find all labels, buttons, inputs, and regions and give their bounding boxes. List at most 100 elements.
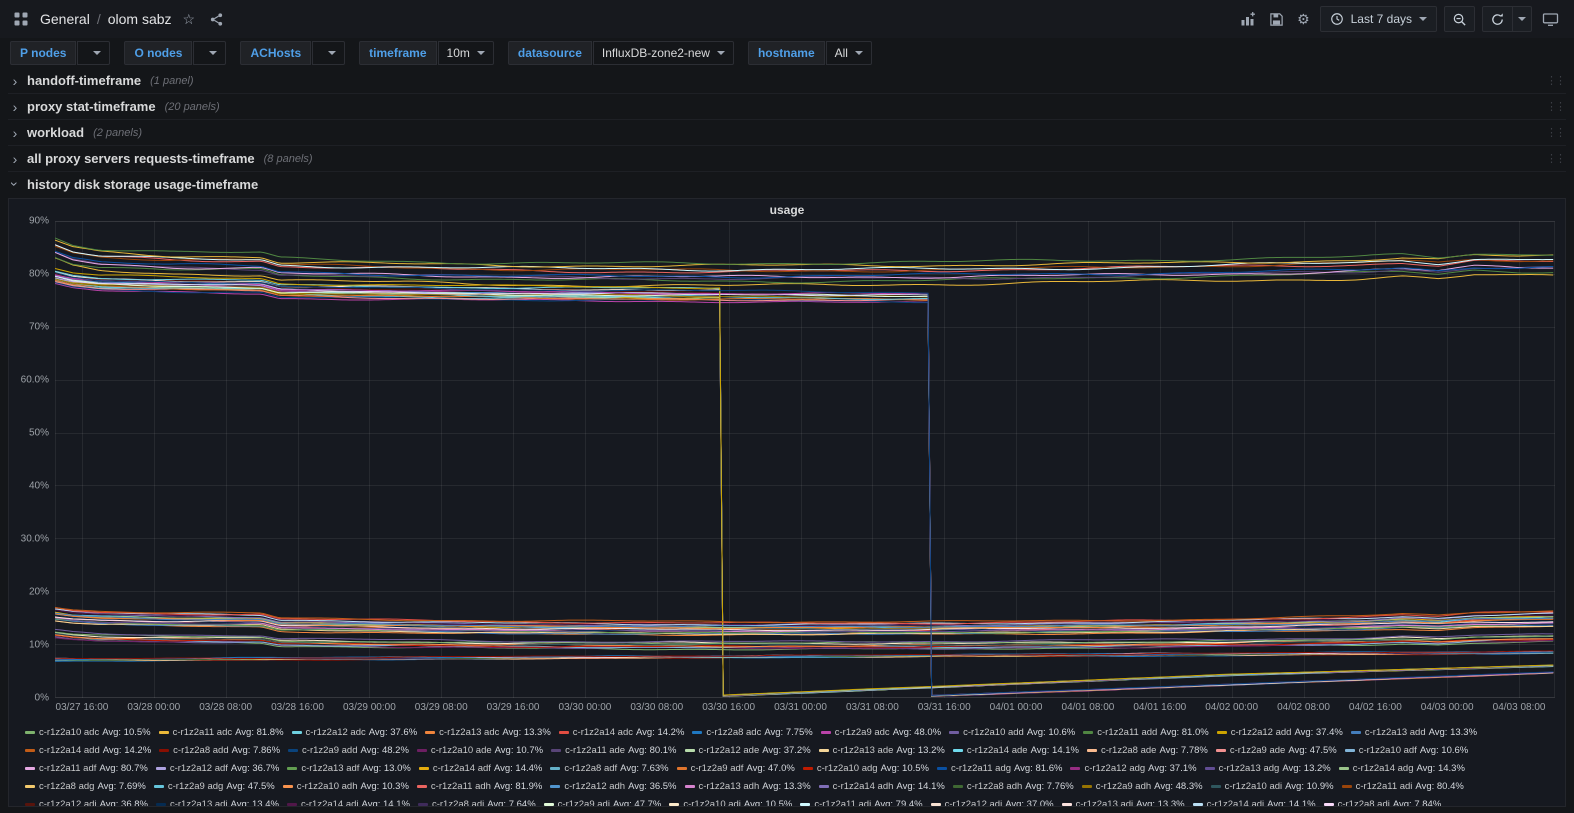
row-all-proxy-servers-requests-timeframe[interactable]: › all proxy servers requests-timeframe (… (8, 146, 1566, 172)
variable-value-dropdown[interactable]: 10m (438, 41, 494, 65)
legend-item[interactable]: c-r1z2a13 adgAvg: 13.2% (1205, 762, 1331, 775)
legend-item[interactable]: c-r1z2a9 adhAvg: 48.3% (1082, 780, 1203, 793)
variable-label[interactable]: datasource (508, 41, 592, 65)
legend-item[interactable]: c-r1z2a14 adcAvg: 14.2% (559, 726, 685, 739)
zoom-out-icon[interactable] (1444, 6, 1475, 32)
variable-value-dropdown[interactable]: InfluxDB-zone2-new (593, 41, 734, 65)
row-history-disk-storage-usage-timeframe[interactable]: › history disk storage usage-timeframe (8, 172, 1566, 196)
series-color-marker (953, 749, 963, 752)
variable-value-dropdown[interactable] (77, 41, 110, 65)
panel-title[interactable]: usage (9, 199, 1565, 221)
series-color-marker (154, 785, 164, 788)
cycle-view-monitor-icon[interactable] (1539, 6, 1562, 32)
time-range-picker[interactable]: Last 7 days (1320, 6, 1437, 32)
legend-item[interactable]: c-r1z2a14 adeAvg: 14.1% (953, 744, 1079, 757)
legend-item[interactable]: c-r1z2a14 adjAvg: 14.1% (1193, 798, 1316, 806)
legend-item[interactable]: c-r1z2a11 adjAvg: 79.4% (800, 798, 922, 806)
legend-item[interactable]: c-r1z2a13 adfAvg: 13.0% (287, 762, 411, 775)
legend-item[interactable]: c-r1z2a11 adcAvg: 81.8% (159, 726, 284, 739)
legend-item[interactable]: c-r1z2a10 addAvg: 10.6% (949, 726, 1075, 739)
legend-item[interactable]: c-r1z2a8 adcAvg: 7.75% (692, 726, 812, 739)
legend-item[interactable]: c-r1z2a12 adfAvg: 36.7% (156, 762, 280, 775)
legend-item[interactable]: c-r1z2a9 adcAvg: 48.0% (821, 726, 941, 739)
legend-item[interactable]: c-r1z2a12 adjAvg: 37.0% (931, 798, 1054, 806)
series-name: c-r1z2a9 adf (691, 762, 744, 775)
legend-item[interactable]: c-r1z2a11 adfAvg: 80.7% (25, 762, 148, 775)
drag-handle-icon[interactable]: ⋮⋮ (1546, 100, 1564, 113)
variable-label[interactable]: ACHosts (240, 41, 311, 65)
legend-item[interactable]: c-r1z2a10 adcAvg: 10.5% (25, 726, 151, 739)
variable-label[interactable]: timeframe (359, 41, 436, 65)
variable-label[interactable]: O nodes (124, 41, 192, 65)
legend-item[interactable]: c-r1z2a12 adcAvg: 37.6% (292, 726, 418, 739)
legend-item[interactable]: c-r1z2a12 adgAvg: 37.1% (1070, 762, 1196, 775)
legend-item[interactable]: c-r1z2a8 adfAvg: 7.63% (550, 762, 668, 775)
row-proxy-stat-timeframe[interactable]: › proxy stat-timeframe (20 panels) ⋮⋮ (8, 94, 1566, 120)
drag-handle-icon[interactable]: ⋮⋮ (1546, 126, 1564, 139)
legend-item[interactable]: c-r1z2a14 addAvg: 14.2% (25, 744, 151, 757)
legend-item[interactable]: c-r1z2a14 adfAvg: 14.4% (419, 762, 543, 775)
chart-plot-area[interactable] (55, 221, 1555, 698)
save-dashboard-icon[interactable] (1266, 6, 1287, 32)
legend-item[interactable]: c-r1z2a12 adeAvg: 37.2% (685, 744, 811, 757)
legend-item[interactable]: c-r1z2a8 adjAvg: 7.84% (1324, 798, 1442, 806)
refresh-icon[interactable] (1482, 6, 1513, 32)
row-workload[interactable]: › workload (2 panels) ⋮⋮ (8, 120, 1566, 146)
variable-value-dropdown[interactable] (193, 41, 226, 65)
legend-item[interactable]: c-r1z2a11 adiAvg: 80.4% (1342, 780, 1464, 793)
legend-item[interactable]: c-r1z2a11 adgAvg: 81.6% (937, 762, 1062, 775)
legend-item[interactable]: c-r1z2a9 adgAvg: 47.5% (154, 780, 275, 793)
legend-item[interactable]: c-r1z2a8 adgAvg: 7.69% (25, 780, 146, 793)
legend-item[interactable]: c-r1z2a9 addAvg: 48.2% (288, 744, 409, 757)
legend-item[interactable]: c-r1z2a10 adhAvg: 10.3% (283, 780, 409, 793)
refresh-interval-dropdown[interactable] (1513, 6, 1532, 32)
legend-item[interactable]: c-r1z2a12 adiAvg: 36.8% (25, 798, 148, 806)
legend-item[interactable]: c-r1z2a11 addAvg: 81.0% (1083, 726, 1208, 739)
legend-item[interactable]: c-r1z2a11 adeAvg: 80.1% (551, 744, 676, 757)
legend-item[interactable]: c-r1z2a8 adhAvg: 7.76% (953, 780, 1074, 793)
legend-item[interactable]: c-r1z2a12 adhAvg: 36.5% (550, 780, 676, 793)
legend-item[interactable]: c-r1z2a13 adjAvg: 13.3% (1062, 798, 1185, 806)
y-axis-tick-label: 50% (29, 428, 49, 439)
legend-item[interactable]: c-r1z2a13 addAvg: 13.3% (1351, 726, 1477, 739)
x-axis-tick-label: 04/02 16:00 (1349, 702, 1402, 713)
legend-item[interactable]: c-r1z2a8 addAvg: 7.86% (159, 744, 280, 757)
legend-item[interactable]: c-r1z2a13 adcAvg: 13.3% (425, 726, 551, 739)
timeseries-canvas[interactable] (55, 221, 1555, 698)
series-name: c-r1z2a14 add (39, 744, 100, 757)
legend-item[interactable]: c-r1z2a13 adeAvg: 13.2% (819, 744, 945, 757)
variable-label[interactable]: P nodes (10, 41, 76, 65)
legend-item[interactable]: c-r1z2a14 adhAvg: 14.1% (819, 780, 945, 793)
add-panel-icon[interactable] (1237, 6, 1259, 32)
drag-handle-icon[interactable]: ⋮⋮ (1546, 74, 1564, 87)
drag-handle-icon[interactable]: ⋮⋮ (1546, 152, 1564, 165)
legend-item[interactable]: c-r1z2a8 adeAvg: 7.78% (1087, 744, 1208, 757)
breadcrumb[interactable]: General / olom sabz (40, 11, 172, 27)
legend-item[interactable]: c-r1z2a9 adfAvg: 47.0% (677, 762, 795, 775)
legend-item[interactable]: c-r1z2a10 adjAvg: 10.5% (669, 798, 792, 806)
legend-item[interactable]: c-r1z2a8 adiAvg: 7.64% (418, 798, 536, 806)
legend-item[interactable]: c-r1z2a9 adeAvg: 47.5% (1216, 744, 1337, 757)
dashboard-settings-gear-icon[interactable]: ⚙ (1294, 6, 1313, 32)
series-avg-value: Avg: 13.2% (1282, 762, 1330, 775)
legend-item[interactable]: c-r1z2a12 addAvg: 37.4% (1217, 726, 1343, 739)
dashboards-grid-icon[interactable] (10, 6, 32, 32)
legend-item[interactable]: c-r1z2a14 adiAvg: 14.1% (287, 798, 410, 806)
legend-item[interactable]: c-r1z2a10 adfAvg: 10.6% (1345, 744, 1469, 757)
legend-item[interactable]: c-r1z2a10 adeAvg: 10.7% (417, 744, 543, 757)
legend-item[interactable]: c-r1z2a10 adgAvg: 10.5% (803, 762, 929, 775)
star-icon[interactable]: ☆ (180, 6, 199, 32)
row-handoff-timeframe[interactable]: › handoff-timeframe (1 panel) ⋮⋮ (8, 68, 1566, 94)
dashboard-title[interactable]: olom sabz (108, 11, 172, 27)
legend-item[interactable]: c-r1z2a10 adiAvg: 10.9% (1211, 780, 1334, 793)
legend-item[interactable]: c-r1z2a11 adhAvg: 81.9% (417, 780, 542, 793)
share-icon[interactable] (206, 6, 227, 32)
variable-value-dropdown[interactable] (312, 41, 345, 65)
legend-item[interactable]: c-r1z2a13 adiAvg: 13.4% (156, 798, 279, 806)
variable-value-dropdown[interactable]: All (826, 41, 872, 65)
legend-item[interactable]: c-r1z2a14 adgAvg: 14.3% (1339, 762, 1465, 775)
legend-item[interactable]: c-r1z2a13 adhAvg: 13.3% (685, 780, 811, 793)
variable-label[interactable]: hostname (748, 41, 825, 65)
legend-item[interactable]: c-r1z2a9 adiAvg: 47.7% (544, 798, 662, 806)
breadcrumb-section[interactable]: General (40, 11, 90, 27)
